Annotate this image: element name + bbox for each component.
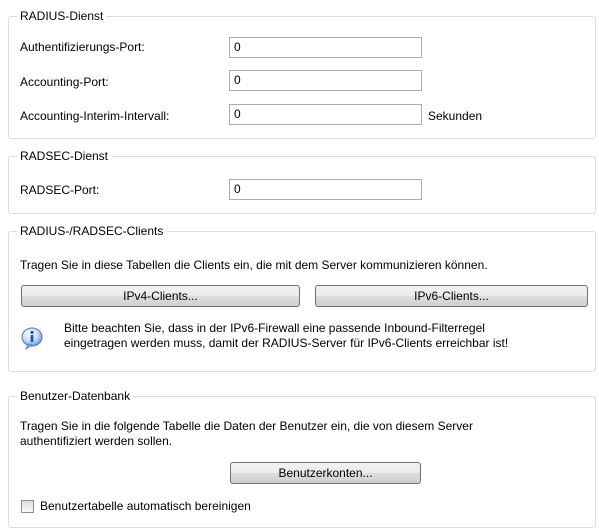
clients-legend: RADIUS-/RADSEC-Clients	[17, 224, 167, 238]
acct-port-input[interactable]: 0	[229, 70, 422, 91]
user-db-description-line1: Tragen Sie in die folgende Tabelle die D…	[20, 419, 473, 433]
auto-cleanup-label[interactable]: Benutzertabelle automatisch bereinigen	[40, 499, 251, 513]
ipv4-clients-button[interactable]: IPv4-Clients...	[21, 285, 300, 307]
info-text-line2: eingetragen werden muss, damit der RADIU…	[64, 336, 509, 350]
auto-cleanup-checkbox[interactable]	[21, 500, 34, 513]
user-db-description-line2: authentifiziert werden sollen.	[20, 434, 173, 448]
radsec-port-label: RADSEC-Port:	[20, 183, 100, 197]
auth-port-input[interactable]: 0	[229, 37, 422, 58]
radsec-service-legend: RADSEC-Dienst	[17, 149, 112, 163]
interim-interval-label: Accounting-Interim-Intervall:	[20, 109, 170, 123]
ipv6-clients-button[interactable]: IPv6-Clients...	[315, 285, 588, 307]
user-accounts-button[interactable]: Benutzerkonten...	[230, 462, 421, 484]
info-icon	[20, 326, 44, 351]
interim-unit-label: Sekunden	[428, 109, 483, 123]
clients-description: Tragen Sie in diese Tabellen die Clients…	[20, 258, 488, 272]
radsec-port-input[interactable]: 0	[229, 179, 422, 200]
acct-port-label: Accounting-Port:	[20, 75, 109, 89]
interim-interval-input[interactable]: 0	[229, 104, 422, 125]
user-db-legend: Benutzer-Datenbank	[17, 389, 134, 403]
radius-service-legend: RADIUS-Dienst	[17, 9, 107, 23]
auth-port-label: Authentifizierungs-Port:	[20, 40, 145, 54]
info-text-line1: Bitte beachten Sie, dass in der IPv6-Fir…	[64, 321, 485, 335]
